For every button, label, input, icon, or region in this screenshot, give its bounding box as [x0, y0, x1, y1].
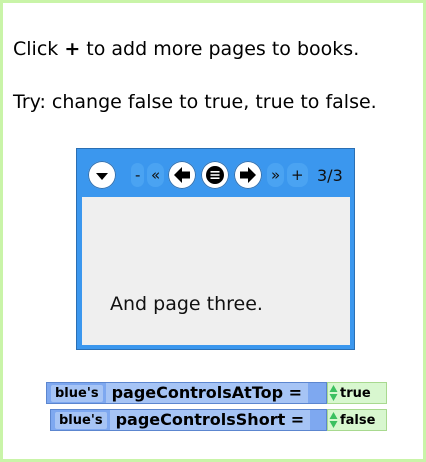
instruction-text-1a: Click: [13, 38, 59, 60]
watcher-label-block: blue's pageControlsShort =: [50, 409, 327, 431]
book-widget: - « » + 3/3 And page three.: [76, 148, 355, 350]
watcher-owner: blue's: [51, 384, 103, 402]
watcher-page-controls-short: blue's pageControlsShort = false: [50, 409, 387, 431]
first-page-button[interactable]: «: [147, 163, 165, 187]
watcher-value-field[interactable]: false: [327, 409, 387, 431]
book-menu-button[interactable]: [88, 161, 116, 189]
next-page-button[interactable]: [234, 161, 262, 189]
menu-dropdown-icon: [96, 173, 108, 180]
instruction-line-1: Click + to add more pages to books.: [13, 38, 359, 60]
forward-arrow-icon: [240, 167, 256, 183]
add-page-label: +: [291, 166, 304, 184]
instruction-plus-symbol: +: [64, 38, 81, 60]
remove-page-button[interactable]: -: [131, 163, 145, 187]
add-page-button[interactable]: +: [287, 163, 308, 187]
last-page-label: »: [271, 166, 281, 184]
watcher-property: pageControlsShort =: [109, 410, 311, 430]
page-counter: 3/3: [317, 165, 343, 185]
previous-page-button[interactable]: [168, 161, 196, 189]
book-page: And page three.: [82, 197, 350, 345]
instruction-text-1b: to add more pages to books.: [86, 38, 360, 60]
back-arrow-icon: [174, 167, 190, 183]
last-page-button[interactable]: »: [267, 163, 285, 187]
watcher-value: false: [340, 412, 376, 428]
page-list-icon: [206, 166, 224, 184]
first-page-label: «: [151, 166, 161, 184]
up-down-arrows-icon[interactable]: [328, 411, 338, 429]
watcher-label-block: blue's pageControlsAtTop =: [46, 382, 327, 404]
watcher-value-field[interactable]: true: [327, 382, 387, 404]
page-list-button[interactable]: [201, 161, 229, 189]
instruction-line-2: Try: change false to true, true to false…: [13, 91, 377, 113]
watcher-owner: blue's: [55, 411, 107, 429]
watcher-page-controls-at-top: blue's pageControlsAtTop = true: [46, 382, 387, 404]
watcher-value: true: [340, 385, 371, 401]
page-text: And page three.: [110, 293, 263, 315]
remove-page-label: -: [135, 166, 141, 184]
watcher-property: pageControlsAtTop =: [105, 383, 309, 403]
up-down-arrows-icon[interactable]: [328, 384, 338, 402]
